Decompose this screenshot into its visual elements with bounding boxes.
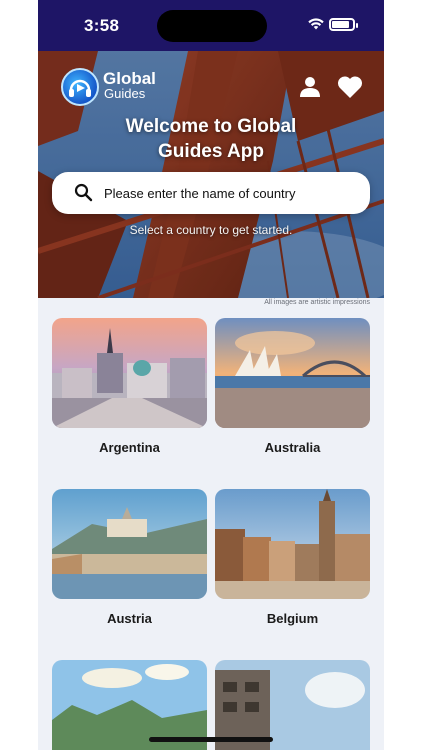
battery-icon [329,18,358,31]
country-name: Austria [107,611,152,626]
app-logo: Global Guides [61,68,173,106]
country-image [52,318,207,428]
country-name: Australia [264,440,321,455]
search-input[interactable] [104,172,359,214]
search-icon [74,183,93,202]
profile-button[interactable] [296,73,324,101]
country-image [52,489,207,599]
country-name: Argentina [99,440,160,455]
status-bar: 3:58 [38,0,384,51]
battery-level [332,21,349,28]
app-screen: 3:58 Global Guides Welcome to Global Gui… [38,0,384,750]
hint-text: Select a country to get started. [129,223,293,237]
image-disclaimer: All images are artistic impressions [264,299,370,306]
welcome-line-2: Guides App [158,141,264,162]
welcome-title: Welcome to Global Guides App [38,114,384,164]
search-bar[interactable] [52,172,370,214]
country-image [215,318,370,428]
heart-icon [337,76,363,98]
home-indicator[interactable] [149,737,273,742]
logo-headphones-icon [61,68,99,106]
wifi-icon [308,18,324,30]
hero-banner: Global Guides Welcome to Global Guides A… [38,51,384,298]
country-image [215,489,370,599]
favorites-button[interactable] [336,73,364,101]
logo-subtitle: Guides [104,86,146,101]
country-name: Belgium [266,611,319,626]
dynamic-island [157,10,267,42]
logo-title: Global [103,69,156,88]
user-icon [300,77,320,97]
status-time: 3:58 [84,16,120,35]
welcome-line-1: Welcome to Global [125,116,297,137]
